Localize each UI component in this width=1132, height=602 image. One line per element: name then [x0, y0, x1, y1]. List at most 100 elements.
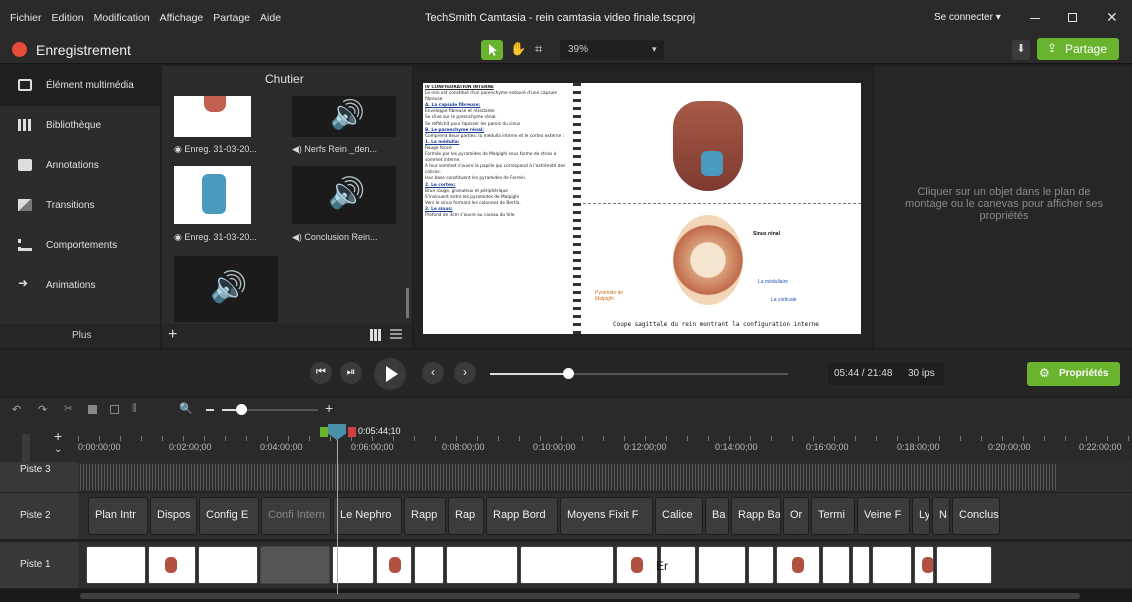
video-clip[interactable] [414, 546, 444, 584]
collapse-icon[interactable]: ⌄ [54, 444, 62, 455]
grid-view-icon[interactable] [370, 329, 382, 341]
menu-affichage[interactable]: Affichage [160, 12, 204, 24]
in-marker[interactable] [320, 427, 328, 437]
menu-edition[interactable]: Edition [52, 12, 84, 24]
annotation-clip[interactable]: Termi [811, 497, 855, 535]
video-clip[interactable] [616, 546, 658, 584]
add-icon[interactable]: + [168, 326, 177, 344]
scrub-handle[interactable] [563, 368, 575, 379]
video-clip[interactable] [148, 546, 196, 584]
redo-icon[interactable]: ↷ [38, 403, 47, 416]
minimize-icon[interactable] [1030, 18, 1040, 19]
audio-thumbnail-1[interactable]: 🔊 [292, 96, 396, 137]
more-button[interactable]: Plus [0, 324, 160, 348]
scrollbar-thumb[interactable] [80, 593, 1080, 599]
properties-button[interactable]: ⚙ Propriétés [1027, 362, 1120, 386]
annotation-clip[interactable]: Veine F [857, 497, 910, 535]
menu-aide[interactable]: Aide [260, 12, 281, 24]
annotation-clip[interactable]: Calice [655, 497, 703, 535]
annotation-clip[interactable]: Rapp Ba [731, 497, 781, 535]
media-thumbnail-2[interactable] [174, 166, 251, 224]
video-clip[interactable] [872, 546, 912, 584]
tab-transitions[interactable]: Transitions [0, 186, 160, 226]
track-2-header[interactable]: Piste 2 [0, 493, 78, 539]
video-clip[interactable] [822, 546, 850, 584]
annotation-clip[interactable]: Rap [448, 497, 484, 535]
menu-partage[interactable]: Partage [213, 12, 250, 24]
annotation-clip[interactable]: Rapp Bord [486, 497, 558, 535]
menu-fichier[interactable]: Fichier [10, 12, 42, 24]
zoom-out-icon[interactable] [206, 409, 214, 411]
crop-icon[interactable]: ⌗ [535, 41, 542, 57]
video-clip[interactable] [776, 546, 820, 584]
annotation-clip[interactable]: Rapp [404, 497, 446, 535]
record-icon[interactable] [12, 42, 27, 57]
tab-annotations[interactable]: Annotations [0, 146, 160, 186]
video-clip[interactable] [520, 546, 614, 584]
audio-waveform[interactable] [80, 464, 1058, 490]
track-height-slider[interactable] [22, 434, 30, 462]
close-icon[interactable]: ✕ [1106, 9, 1118, 26]
video-clip[interactable] [260, 546, 330, 584]
record-button[interactable]: Enregistrement [36, 42, 131, 58]
previous-frame-button[interactable]: ⏮ [310, 362, 332, 384]
annotation-clip[interactable]: Moyens Fixit F [560, 497, 653, 535]
video-clip[interactable] [936, 546, 992, 584]
video-clip[interactable] [914, 546, 934, 584]
annotation-clip[interactable]: Ly [912, 497, 930, 535]
next-marker-button[interactable]: › [454, 362, 476, 384]
annotation-clip[interactable]: Plan Intr [88, 497, 148, 535]
cut-icon[interactable]: ✂ [64, 402, 73, 415]
annotation-clip[interactable]: Le Nephro [333, 497, 402, 535]
bin-scrollbar[interactable] [406, 288, 409, 318]
video-clip[interactable] [446, 546, 518, 584]
annotation-clip[interactable]: Dispos [150, 497, 197, 535]
maximize-icon[interactable] [1068, 13, 1077, 22]
zoom-dropdown[interactable]: 39% ▾ [560, 40, 664, 60]
annotation-clip[interactable]: Config E [199, 497, 259, 535]
share-button[interactable]: ⇪ Partage [1037, 38, 1119, 60]
out-marker[interactable] [348, 427, 356, 437]
video-clip[interactable] [376, 546, 412, 584]
login-menu[interactable]: Se connecter ▾ [934, 12, 1001, 23]
copy-icon[interactable] [88, 405, 97, 414]
video-clip[interactable] [852, 546, 870, 584]
previous-marker-button[interactable]: ‹ [422, 362, 444, 384]
tab-animations[interactable]: ➜ Animations [0, 266, 160, 306]
list-view-icon[interactable] [390, 329, 402, 341]
audio-thumbnail-3[interactable]: 🔊 [174, 256, 278, 322]
scrub-track[interactable] [490, 373, 788, 375]
video-clip[interactable] [698, 546, 746, 584]
split-icon[interactable]: ⫼ [132, 403, 137, 414]
annotation-clip[interactable]: Ba [705, 497, 729, 535]
media-thumbnail-1[interactable] [174, 96, 251, 137]
annotation-clip[interactable]: Conclusi [952, 497, 1000, 535]
zoom-search-icon[interactable]: 🔍 [179, 402, 193, 415]
paste-icon[interactable] [110, 405, 119, 414]
select-tool-button[interactable] [481, 40, 503, 60]
canvas-slide[interactable]: IV CONFIGURATION INTERNE Le rein est con… [423, 83, 861, 334]
add-track-icon[interactable]: + [54, 428, 62, 444]
tab-behaviors[interactable]: Comportements [0, 226, 160, 266]
annotation-clip[interactable]: N [932, 497, 950, 535]
timeline-ruler[interactable]: + ⌄ 0:05:44;10 0:00:00;00 0:02:00;00 0:04:… [0, 422, 1132, 462]
annotation-clip[interactable]: Confi Intern [261, 497, 331, 535]
video-clip[interactable] [198, 546, 258, 584]
menu-modification[interactable]: Modification [94, 12, 150, 24]
zoom-in-icon[interactable]: + [325, 400, 333, 416]
playhead-line[interactable] [337, 426, 338, 594]
download-icon[interactable]: ⬇ [1012, 40, 1030, 60]
tab-library[interactable]: Bibliothèque [0, 106, 160, 146]
pan-hand-icon[interactable]: ✋ [510, 41, 526, 57]
video-clip[interactable] [332, 546, 374, 584]
video-clip[interactable] [86, 546, 146, 584]
track-3-header[interactable]: Piste 3 [0, 462, 78, 492]
timeline-scrollbar[interactable] [0, 590, 1132, 602]
step-back-button[interactable]: ⏯ [340, 362, 362, 384]
zoom-slider-handle[interactable] [236, 404, 247, 415]
video-clip[interactable] [748, 546, 774, 584]
audio-thumbnail-2[interactable]: 🔊 [292, 166, 396, 224]
play-button[interactable] [374, 358, 406, 390]
undo-icon[interactable]: ↶ [12, 403, 21, 416]
track-1-header[interactable]: Piste 1 [0, 542, 78, 588]
